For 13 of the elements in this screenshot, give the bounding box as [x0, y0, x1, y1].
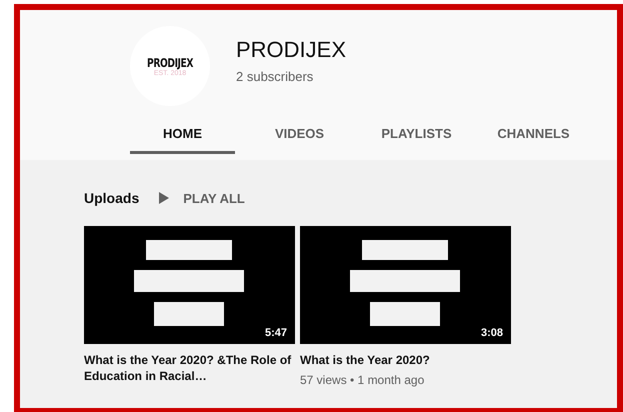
play-icon [159, 192, 170, 204]
channel-tab[interactable]: VIDEOS [247, 116, 352, 154]
channel-tab[interactable]: CHANNELS [481, 116, 586, 154]
play-all-button[interactable]: PLAY ALL [159, 190, 245, 206]
channel-name: PRODIJEX [236, 36, 346, 62]
subscriber-count: 2 subscribers [236, 68, 314, 84]
video-title[interactable]: What is the Year 2020? &The Role of Education in Racial… [84, 352, 295, 384]
logo-name: PRODIJEX [147, 56, 193, 70]
section-title: Uploads [84, 190, 140, 206]
channel-tab[interactable]: PLAYLISTS [364, 116, 469, 154]
video-meta: 57 views • 1 month ago [300, 373, 426, 387]
video-title[interactable]: What is the Year 2020? [300, 352, 511, 368]
channel-tab[interactable]: HOME [130, 116, 235, 154]
